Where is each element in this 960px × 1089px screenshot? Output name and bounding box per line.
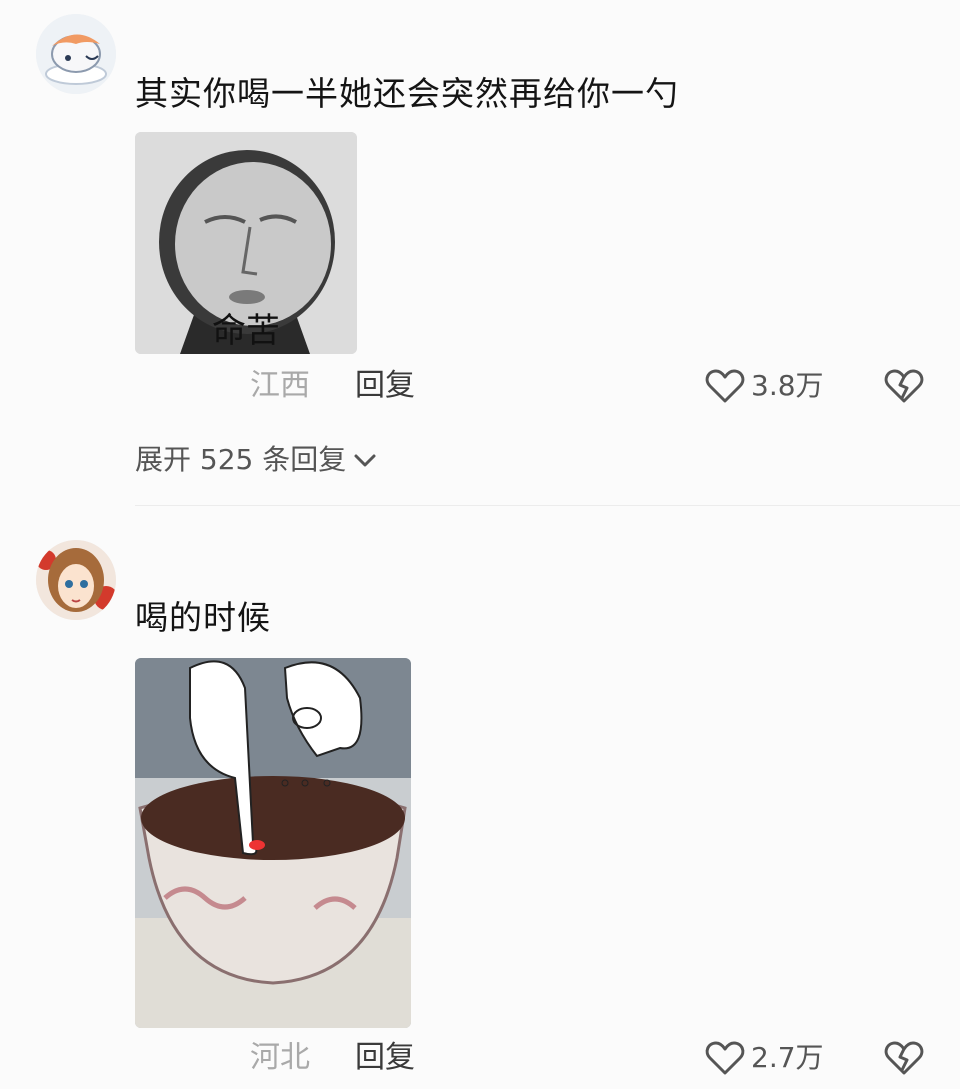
expand-replies-button[interactable]: 展开 525 条回复 bbox=[135, 440, 378, 480]
location-label: 河北 bbox=[250, 1040, 310, 1075]
broken-heart-icon[interactable] bbox=[884, 368, 924, 404]
comment-meta-row: 河北 回复 2.7万 bbox=[0, 1036, 960, 1080]
chevron-down-icon bbox=[354, 454, 376, 467]
comment-text: 其实你喝一半她还会突然再给你一勺 bbox=[135, 74, 679, 113]
location-label: 江西 bbox=[250, 368, 310, 403]
comment-item-1: 其实你喝一半她还会突然再给你一勺 命苦 江西 回复 3.8万 展开 525 条回 bbox=[0, 0, 960, 505]
comment-item-2: 喝的时候 河北 回复 2.7万 bbox=[0, 506, 960, 1089]
comment-text: 喝的时候 bbox=[135, 598, 271, 637]
image-caption: 命苦 bbox=[212, 311, 280, 351]
comment-image[interactable]: 命苦 bbox=[135, 132, 357, 354]
comment-image[interactable] bbox=[135, 658, 411, 1028]
avatar-illustration-1 bbox=[36, 14, 116, 94]
heart-outline-icon bbox=[705, 1041, 745, 1075]
bowl-with-hand-image bbox=[135, 658, 411, 1028]
avatar-illustration-2 bbox=[36, 540, 116, 620]
reply-button[interactable]: 回复 bbox=[355, 1036, 415, 1080]
reply-button[interactable]: 回复 bbox=[355, 364, 415, 408]
user-avatar-2[interactable] bbox=[36, 540, 116, 620]
user-avatar-1[interactable] bbox=[36, 14, 116, 94]
expand-replies-label: 展开 525 条回复 bbox=[135, 443, 347, 476]
like-button[interactable]: 2.7万 bbox=[705, 1036, 824, 1080]
like-count: 2.7万 bbox=[751, 1041, 824, 1074]
heart-outline-icon bbox=[705, 369, 745, 403]
comment-meta-row: 江西 回复 3.8万 bbox=[0, 364, 960, 408]
like-count: 3.8万 bbox=[751, 369, 824, 402]
broken-heart-icon[interactable] bbox=[884, 1040, 924, 1076]
like-button[interactable]: 3.8万 bbox=[705, 364, 824, 408]
